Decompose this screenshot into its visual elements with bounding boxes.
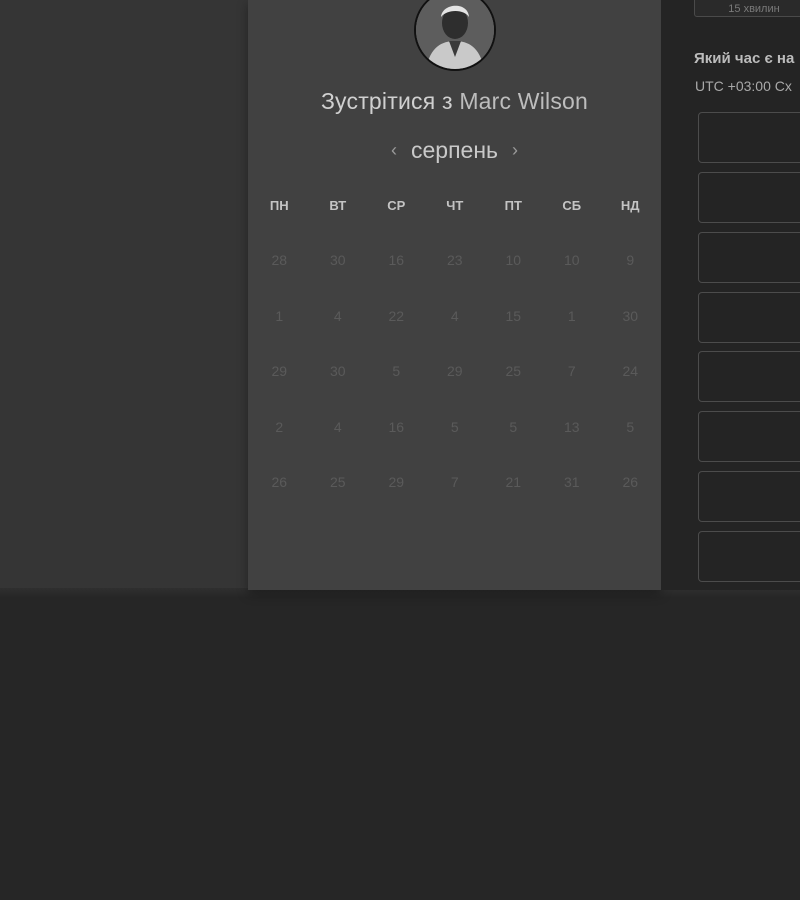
- calendar-day[interactable]: 29: [367, 467, 426, 523]
- calendar-grid: 28 30 16 23 10 10 9 1 4 22 4 15 1 30 29 …: [250, 245, 660, 523]
- calendar-day[interactable]: 4: [426, 301, 485, 357]
- calendar-day[interactable]: 26: [601, 467, 660, 523]
- calendar-day[interactable]: 7: [543, 356, 602, 412]
- calendar-day[interactable]: 10: [543, 245, 602, 301]
- calendar-day[interactable]: 30: [309, 356, 368, 412]
- prev-month-button[interactable]: ‹: [381, 135, 407, 165]
- weekday-label: СР: [387, 198, 406, 213]
- timezone-label[interactable]: UTC +03:00 Сх: [695, 78, 792, 94]
- weekday-label: ВТ: [329, 198, 347, 213]
- calendar-day[interactable]: 24: [601, 356, 660, 412]
- calendar-day[interactable]: 31: [543, 467, 602, 523]
- weekday-label: СБ: [562, 198, 582, 213]
- host-name: Marc Wilson: [459, 88, 589, 114]
- calendar-day[interactable]: 5: [426, 412, 485, 468]
- time-slot-button[interactable]: [698, 112, 800, 163]
- calendar-day[interactable]: 29: [250, 356, 309, 412]
- calendar-day[interactable]: 4: [309, 412, 368, 468]
- calendar-card: Зустрітися з Marc Wilson ‹ серпень › ПН …: [248, 0, 661, 590]
- title-prefix: Зустрітися з: [320, 88, 453, 114]
- weekday-label: ПН: [269, 198, 289, 213]
- calendar-day[interactable]: 29: [426, 356, 485, 412]
- time-slot-button[interactable]: [698, 531, 800, 582]
- calendar-day[interactable]: 26: [250, 467, 309, 523]
- calendar-day[interactable]: 30: [601, 301, 660, 357]
- calendar-day[interactable]: 2: [250, 412, 309, 468]
- calendar-day[interactable]: 1: [543, 301, 602, 357]
- calendar-day[interactable]: 22: [367, 301, 426, 357]
- calendar-day[interactable]: 15: [484, 301, 543, 357]
- time-slot-button[interactable]: [698, 411, 800, 462]
- calendar-day[interactable]: 21: [484, 467, 543, 523]
- calendar-day[interactable]: 16: [367, 412, 426, 468]
- calendar-day[interactable]: 25: [484, 356, 543, 412]
- calendar-day[interactable]: 9: [601, 245, 660, 301]
- page-title: Зустрітися з Marc Wilson: [248, 88, 661, 115]
- weekday-label: ЧТ: [446, 198, 464, 213]
- avatar: [414, 0, 496, 71]
- calendar-day[interactable]: 28: [250, 245, 309, 301]
- time-slot-button[interactable]: [698, 471, 800, 522]
- weekday-label: ПТ: [504, 198, 522, 213]
- left-background: [0, 0, 248, 590]
- month-navigation: ‹ серпень ›: [248, 134, 661, 166]
- time-slot-button[interactable]: [698, 351, 800, 402]
- time-slot-button[interactable]: [698, 292, 800, 343]
- person-icon: [416, 0, 494, 69]
- calendar-day[interactable]: 5: [601, 412, 660, 468]
- calendar-day[interactable]: 10: [484, 245, 543, 301]
- calendar-day[interactable]: 5: [484, 412, 543, 468]
- calendar-day[interactable]: 16: [367, 245, 426, 301]
- time-question-heading: Який час є на: [694, 50, 795, 67]
- calendar-day[interactable]: 7: [426, 467, 485, 523]
- time-slot-button[interactable]: [698, 232, 800, 283]
- calendar-day[interactable]: 13: [543, 412, 602, 468]
- calendar-day[interactable]: 23: [426, 245, 485, 301]
- calendar-day[interactable]: 25: [309, 467, 368, 523]
- calendar-day[interactable]: 30: [309, 245, 368, 301]
- time-slot-panel: 15 хвилин Який час є на UTC +03:00 Сх: [661, 0, 800, 590]
- time-slot-button[interactable]: [698, 172, 800, 223]
- weekday-label: НД: [620, 198, 640, 213]
- weekday-header: ПН ВТ СР ЧТ ПТ СБ НД: [250, 196, 660, 216]
- duration-badge[interactable]: 15 хвилин: [694, 0, 800, 17]
- month-label: серпень: [410, 136, 498, 163]
- calendar-day[interactable]: 5: [367, 356, 426, 412]
- calendar-day[interactable]: 4: [309, 301, 368, 357]
- calendar-day[interactable]: 1: [250, 301, 309, 357]
- next-month-button[interactable]: ›: [502, 135, 528, 165]
